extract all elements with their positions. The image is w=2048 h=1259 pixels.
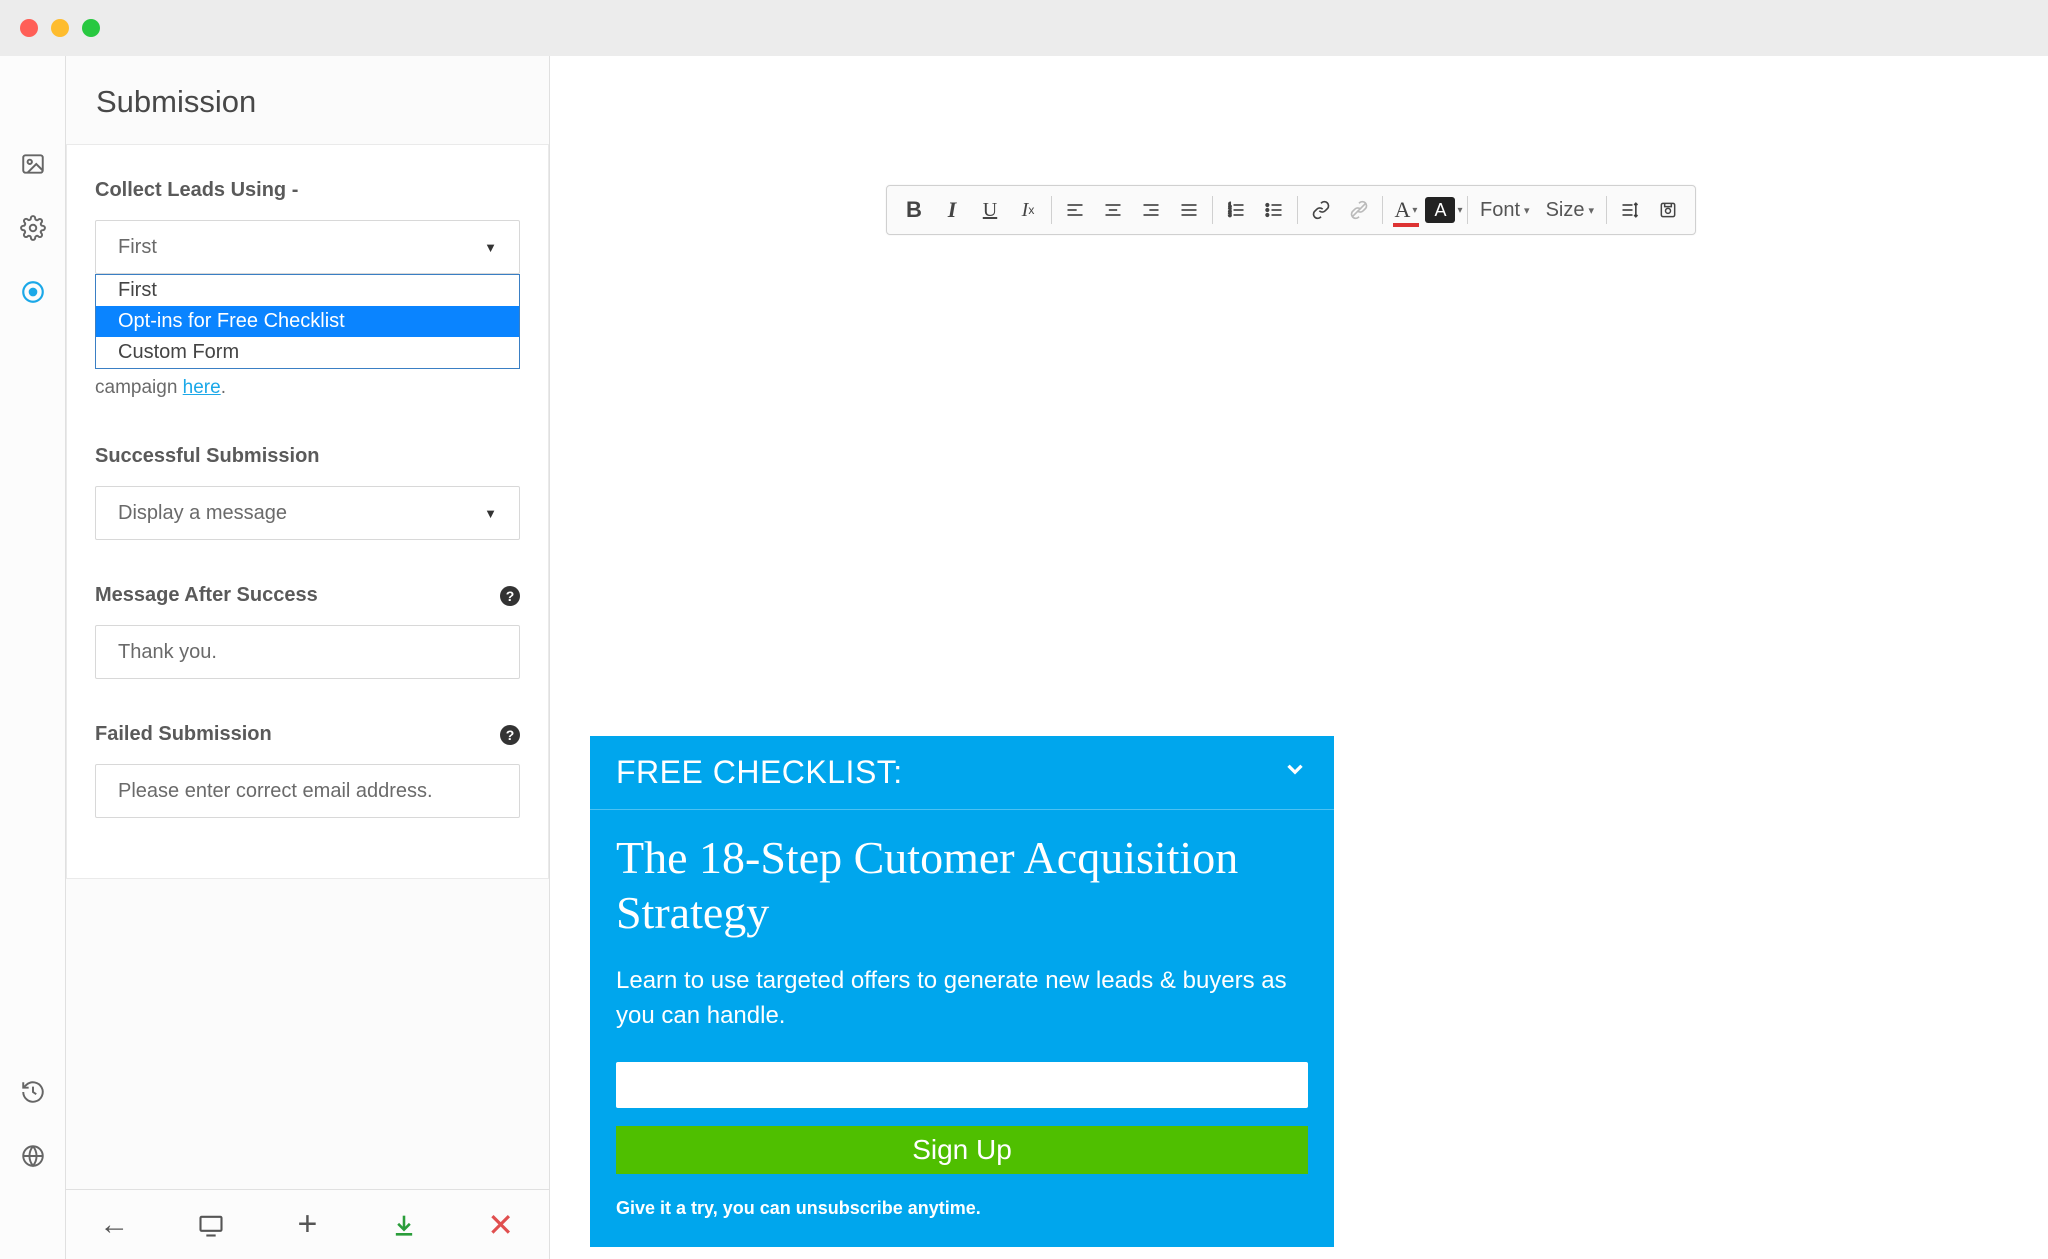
dropdown-option[interactable]: First [96,275,519,306]
collect-leads-select[interactable]: First ▼ [95,220,520,274]
collect-leads-label: Collect Leads Using - [95,179,520,202]
align-center-button[interactable] [1094,191,1132,229]
preview-card: FREE CHECKLIST: The 18-Step Cutomer Acqu… [590,736,1334,1247]
editor-canvas: B I U Ix 123 A▾ A▾ Font▾ Size▾ [550,56,2048,1259]
bottom-action-bar: ← + ✕ [66,1189,549,1259]
successful-submission-label: Successful Submission [95,445,520,468]
create-campaign-link[interactable]: here [183,377,221,398]
window-titlebar [0,0,2048,56]
preview-description: Learn to use targeted offers to generate… [616,964,1308,1034]
window-maximize[interactable] [82,19,100,37]
clear-format-button[interactable]: Ix [1009,191,1047,229]
preview-signup-button[interactable]: Sign Up [616,1126,1308,1174]
failed-submission-input[interactable] [95,764,520,818]
gear-icon[interactable] [20,215,46,241]
message-after-success-label: Message After Success ? [95,584,520,607]
chevron-down-icon[interactable] [1282,756,1308,789]
desktop-preview-button[interactable] [163,1211,260,1239]
align-right-button[interactable] [1132,191,1170,229]
download-button[interactable] [356,1211,453,1239]
help-icon[interactable]: ? [500,725,520,745]
settings-panel: Submission Collect Leads Using - First ▼… [66,56,550,1259]
history-icon[interactable] [20,1079,46,1105]
size-selector[interactable]: Size▾ [1538,199,1602,222]
align-left-button[interactable] [1056,191,1094,229]
left-icon-rail [0,56,66,1259]
window-minimize[interactable] [51,19,69,37]
collect-leads-dropdown: First Opt-ins for Free Checklist Custom … [95,274,520,369]
caret-down-icon: ▼ [484,240,497,255]
globe-icon[interactable] [20,1143,46,1169]
unordered-list-button[interactable] [1255,191,1293,229]
close-button[interactable]: ✕ [452,1206,549,1244]
image-icon[interactable] [20,151,46,177]
preview-title: The 18-Step Cutomer Acquisition Strategy [616,830,1308,940]
dropdown-option[interactable]: Custom Form [96,337,519,368]
bold-button[interactable]: B [895,191,933,229]
preview-footnote: Give it a try, you can unsubscribe anyti… [616,1198,1308,1219]
link-button[interactable] [1302,191,1340,229]
align-justify-button[interactable] [1170,191,1208,229]
back-button[interactable]: ← [66,1208,163,1242]
line-height-button[interactable] [1611,191,1649,229]
dropdown-option[interactable]: Opt-ins for Free Checklist [96,306,519,337]
collect-leads-value: First [118,236,157,259]
svg-text:3: 3 [1229,213,1232,219]
window-close[interactable] [20,19,38,37]
font-selector[interactable]: Font▾ [1472,199,1538,222]
ordered-list-button[interactable]: 123 [1217,191,1255,229]
target-icon[interactable] [20,279,46,305]
failed-submission-label: Failed Submission ? [95,723,520,746]
preview-kicker: FREE CHECKLIST: [616,754,903,791]
successful-submission-select[interactable]: Display a message ▼ [95,486,520,540]
message-after-success-input[interactable] [95,625,520,679]
text-color-button[interactable]: A▾ [1387,191,1425,229]
italic-button[interactable]: I [933,191,971,229]
rich-text-toolbar: B I U Ix 123 A▾ A▾ Font▾ Size▾ [886,185,1696,235]
underline-button[interactable]: U [971,191,1009,229]
preview-email-input[interactable] [616,1062,1308,1108]
add-button[interactable]: + [259,1205,356,1244]
unlink-button[interactable] [1340,191,1378,229]
panel-title: Submission [66,56,549,145]
successful-submission-value: Display a message [118,502,287,525]
caret-down-icon: ▼ [484,506,497,521]
save-template-button[interactable] [1649,191,1687,229]
bg-color-button[interactable]: A▾ [1425,191,1463,229]
help-icon[interactable]: ? [500,586,520,606]
